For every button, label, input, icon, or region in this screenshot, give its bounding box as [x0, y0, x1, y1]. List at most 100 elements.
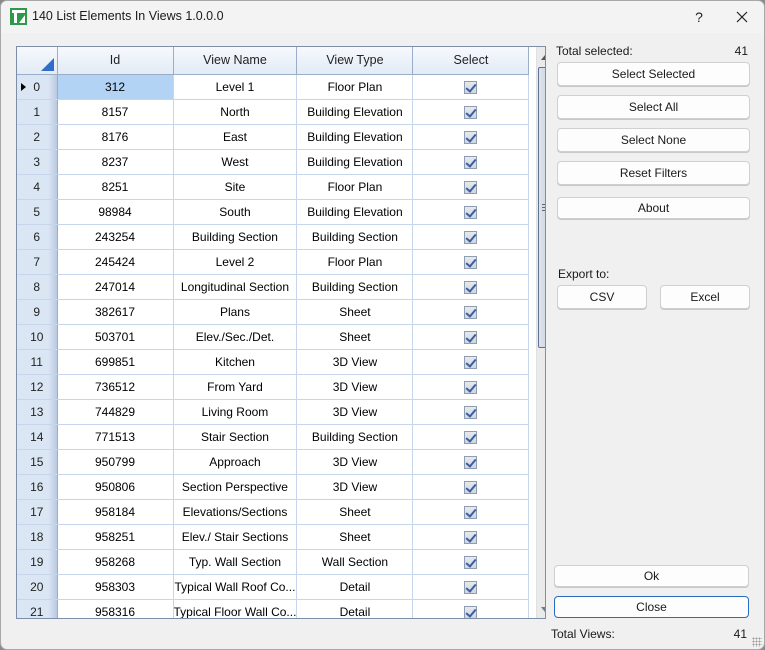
cell-view-type[interactable]: Building Section: [296, 424, 414, 450]
row-header[interactable]: 8: [17, 274, 58, 300]
table-row[interactable]: 5 98984 South Building Elevation: [17, 199, 530, 225]
select-checkbox[interactable]: [464, 255, 478, 269]
cell-select[interactable]: [412, 574, 530, 600]
select-checkbox[interactable]: [464, 580, 478, 594]
select-checkbox[interactable]: [464, 530, 478, 544]
vertical-scrollbar[interactable]: [536, 47, 545, 618]
cell-id[interactable]: 8176: [57, 124, 174, 150]
cell-select[interactable]: [412, 299, 530, 325]
cell-id[interactable]: 8251: [57, 174, 174, 200]
select-checkbox[interactable]: [464, 480, 478, 494]
cell-view-name[interactable]: Level 1: [173, 74, 298, 100]
cell-view-type[interactable]: Sheet: [296, 324, 414, 350]
cell-view-name[interactable]: South: [173, 199, 298, 225]
row-header[interactable]: 1: [17, 99, 58, 125]
cell-view-name[interactable]: Building Section: [173, 224, 298, 250]
cell-id[interactable]: 771513: [57, 424, 174, 450]
row-header[interactable]: 18: [17, 524, 58, 550]
select-checkbox[interactable]: [464, 505, 478, 519]
cell-id[interactable]: 382617: [57, 299, 174, 325]
select-checkbox[interactable]: [464, 105, 478, 119]
cell-select[interactable]: [412, 524, 530, 550]
table-row[interactable]: 13 744829 Living Room 3D View: [17, 399, 530, 425]
about-button[interactable]: About: [557, 197, 750, 219]
row-header[interactable]: 13: [17, 399, 58, 425]
cell-select[interactable]: [412, 274, 530, 300]
table-row[interactable]: 7 245424 Level 2 Floor Plan: [17, 249, 530, 275]
cell-select[interactable]: [412, 174, 530, 200]
cell-view-name[interactable]: Plans: [173, 299, 298, 325]
cell-view-name[interactable]: Stair Section: [173, 424, 298, 450]
cell-id[interactable]: 744829: [57, 399, 174, 425]
table-row[interactable]: 12 736512 From Yard 3D View: [17, 374, 530, 400]
row-header[interactable]: 20: [17, 574, 58, 600]
cell-id[interactable]: 950799: [57, 449, 174, 475]
cell-view-name[interactable]: West: [173, 149, 298, 175]
cell-select[interactable]: [412, 99, 530, 125]
export-csv-button[interactable]: CSV: [557, 285, 647, 309]
cell-select[interactable]: [412, 399, 530, 425]
row-header[interactable]: 9: [17, 299, 58, 325]
select-checkbox[interactable]: [464, 130, 478, 144]
select-all-button[interactable]: Select All: [557, 95, 750, 119]
cell-id[interactable]: 312: [57, 74, 174, 100]
cell-select[interactable]: [412, 74, 530, 100]
cell-view-name[interactable]: Typical Wall Roof Co...: [173, 574, 298, 600]
cell-id[interactable]: 245424: [57, 249, 174, 275]
scroll-up-arrow-icon[interactable]: [537, 49, 545, 66]
cell-view-name[interactable]: Elev./Sec./Det.: [173, 324, 298, 350]
table-row[interactable]: 4 8251 Site Floor Plan: [17, 174, 530, 200]
cell-id[interactable]: 699851: [57, 349, 174, 375]
select-checkbox[interactable]: [464, 80, 478, 94]
cell-id[interactable]: 958251: [57, 524, 174, 550]
table-row[interactable]: 11 699851 Kitchen 3D View: [17, 349, 530, 375]
row-header[interactable]: 10: [17, 324, 58, 350]
cell-id[interactable]: 736512: [57, 374, 174, 400]
cell-view-type[interactable]: Building Section: [296, 274, 414, 300]
table-row[interactable]: 20 958303 Typical Wall Roof Co... Detail: [17, 574, 530, 600]
cell-select[interactable]: [412, 249, 530, 275]
cell-view-type[interactable]: Sheet: [296, 524, 414, 550]
select-selected-button[interactable]: Select Selected: [557, 62, 750, 86]
row-header[interactable]: 0: [17, 74, 58, 100]
select-checkbox[interactable]: [464, 405, 478, 419]
table-row[interactable]: 8 247014 Longitudinal Section Building Sect…: [17, 274, 530, 300]
cell-view-name[interactable]: Approach: [173, 449, 298, 475]
row-header[interactable]: 6: [17, 224, 58, 250]
row-header[interactable]: 4: [17, 174, 58, 200]
table-row[interactable]: 18 958251 Elev./ Stair Sections Sheet: [17, 524, 530, 550]
select-all-corner[interactable]: [17, 47, 58, 75]
cell-id[interactable]: 98984: [57, 199, 174, 225]
table-row[interactable]: 14 771513 Stair Section Building Section: [17, 424, 530, 450]
scroll-down-arrow-icon[interactable]: [537, 601, 545, 618]
resize-grip-icon[interactable]: [752, 637, 762, 647]
cell-id[interactable]: 958303: [57, 574, 174, 600]
cell-select[interactable]: [412, 224, 530, 250]
select-checkbox[interactable]: [464, 355, 478, 369]
cell-view-name[interactable]: Elev./ Stair Sections: [173, 524, 298, 550]
cell-view-type[interactable]: Building Elevation: [296, 99, 414, 125]
cell-view-name[interactable]: Elevations/Sections: [173, 499, 298, 525]
row-header[interactable]: 21: [17, 599, 58, 618]
cell-view-type[interactable]: Sheet: [296, 499, 414, 525]
cell-select[interactable]: [412, 324, 530, 350]
select-checkbox[interactable]: [464, 155, 478, 169]
table-row[interactable]: 2 8176 East Building Elevation: [17, 124, 530, 150]
column-header-view-name[interactable]: View Name: [173, 47, 298, 75]
cell-view-type[interactable]: 3D View: [296, 474, 414, 500]
cell-view-type[interactable]: Floor Plan: [296, 249, 414, 275]
scroll-thumb[interactable]: [538, 67, 545, 348]
table-row[interactable]: 16 950806 Section Perspective 3D View: [17, 474, 530, 500]
cell-view-name[interactable]: From Yard: [173, 374, 298, 400]
cell-view-name[interactable]: Longitudinal Section: [173, 274, 298, 300]
cell-select[interactable]: [412, 374, 530, 400]
cell-id[interactable]: 503701: [57, 324, 174, 350]
select-checkbox[interactable]: [464, 230, 478, 244]
cell-id[interactable]: 958268: [57, 549, 174, 575]
close-button[interactable]: Close: [554, 596, 749, 618]
cell-view-type[interactable]: Wall Section: [296, 549, 414, 575]
cell-id[interactable]: 950806: [57, 474, 174, 500]
cell-select[interactable]: [412, 424, 530, 450]
row-header[interactable]: 3: [17, 149, 58, 175]
cell-view-name[interactable]: Kitchen: [173, 349, 298, 375]
